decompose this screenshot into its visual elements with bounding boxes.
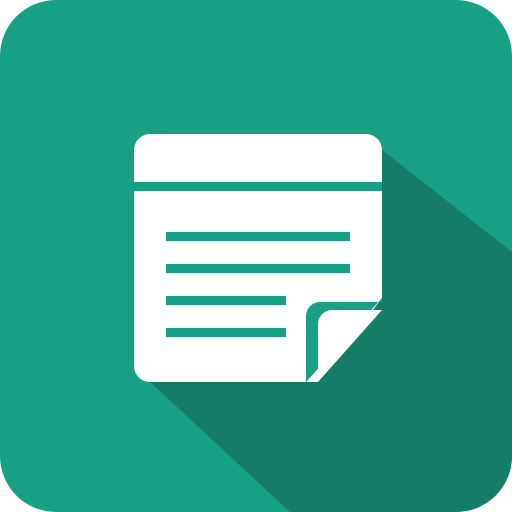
note-header-divider — [134, 182, 382, 191]
note-text-line — [166, 328, 286, 337]
note-text-line — [166, 264, 350, 273]
sticky-note-app-icon[interactable] — [0, 0, 512, 512]
sticky-note-icon — [0, 0, 512, 512]
note-text-line — [166, 296, 286, 305]
note-text-line — [166, 232, 350, 241]
